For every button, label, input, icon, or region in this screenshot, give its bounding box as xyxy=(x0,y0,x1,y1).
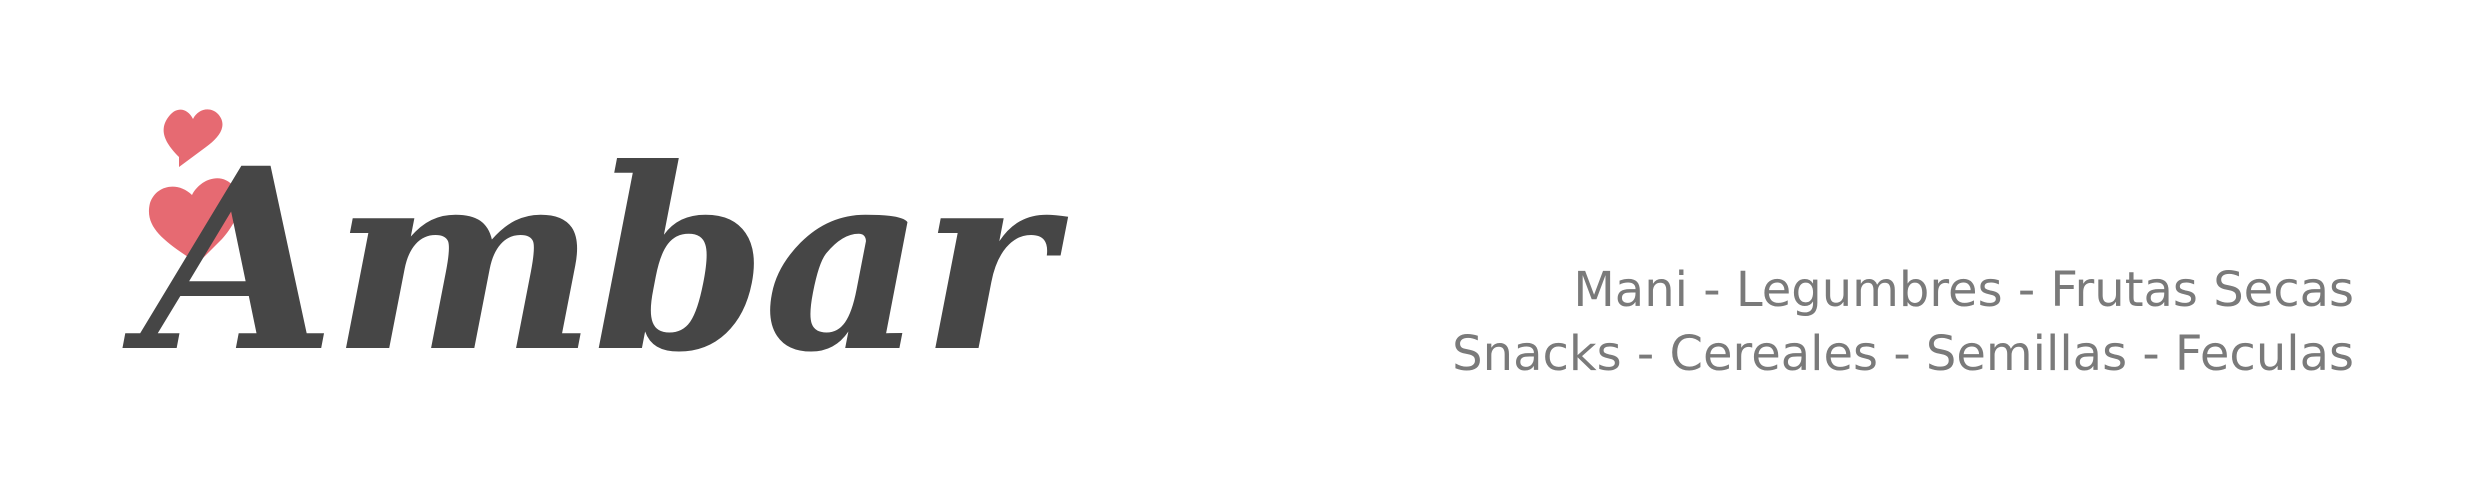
brand-name: Ambar xyxy=(142,113,1053,407)
tagline-line-1: Mani - Legumbres - Frutas Secas xyxy=(1573,262,2354,318)
tagline-line-2: Snacks - Cereales - Semillas - Feculas xyxy=(1452,326,2354,382)
site-header: Ambar Mani - Legumbres - Frutas Secas Sn… xyxy=(0,0,2480,487)
tagline: Mani - Legumbres - Frutas Secas Snacks -… xyxy=(1254,258,2354,386)
brand-logo[interactable]: Ambar xyxy=(130,95,1053,435)
